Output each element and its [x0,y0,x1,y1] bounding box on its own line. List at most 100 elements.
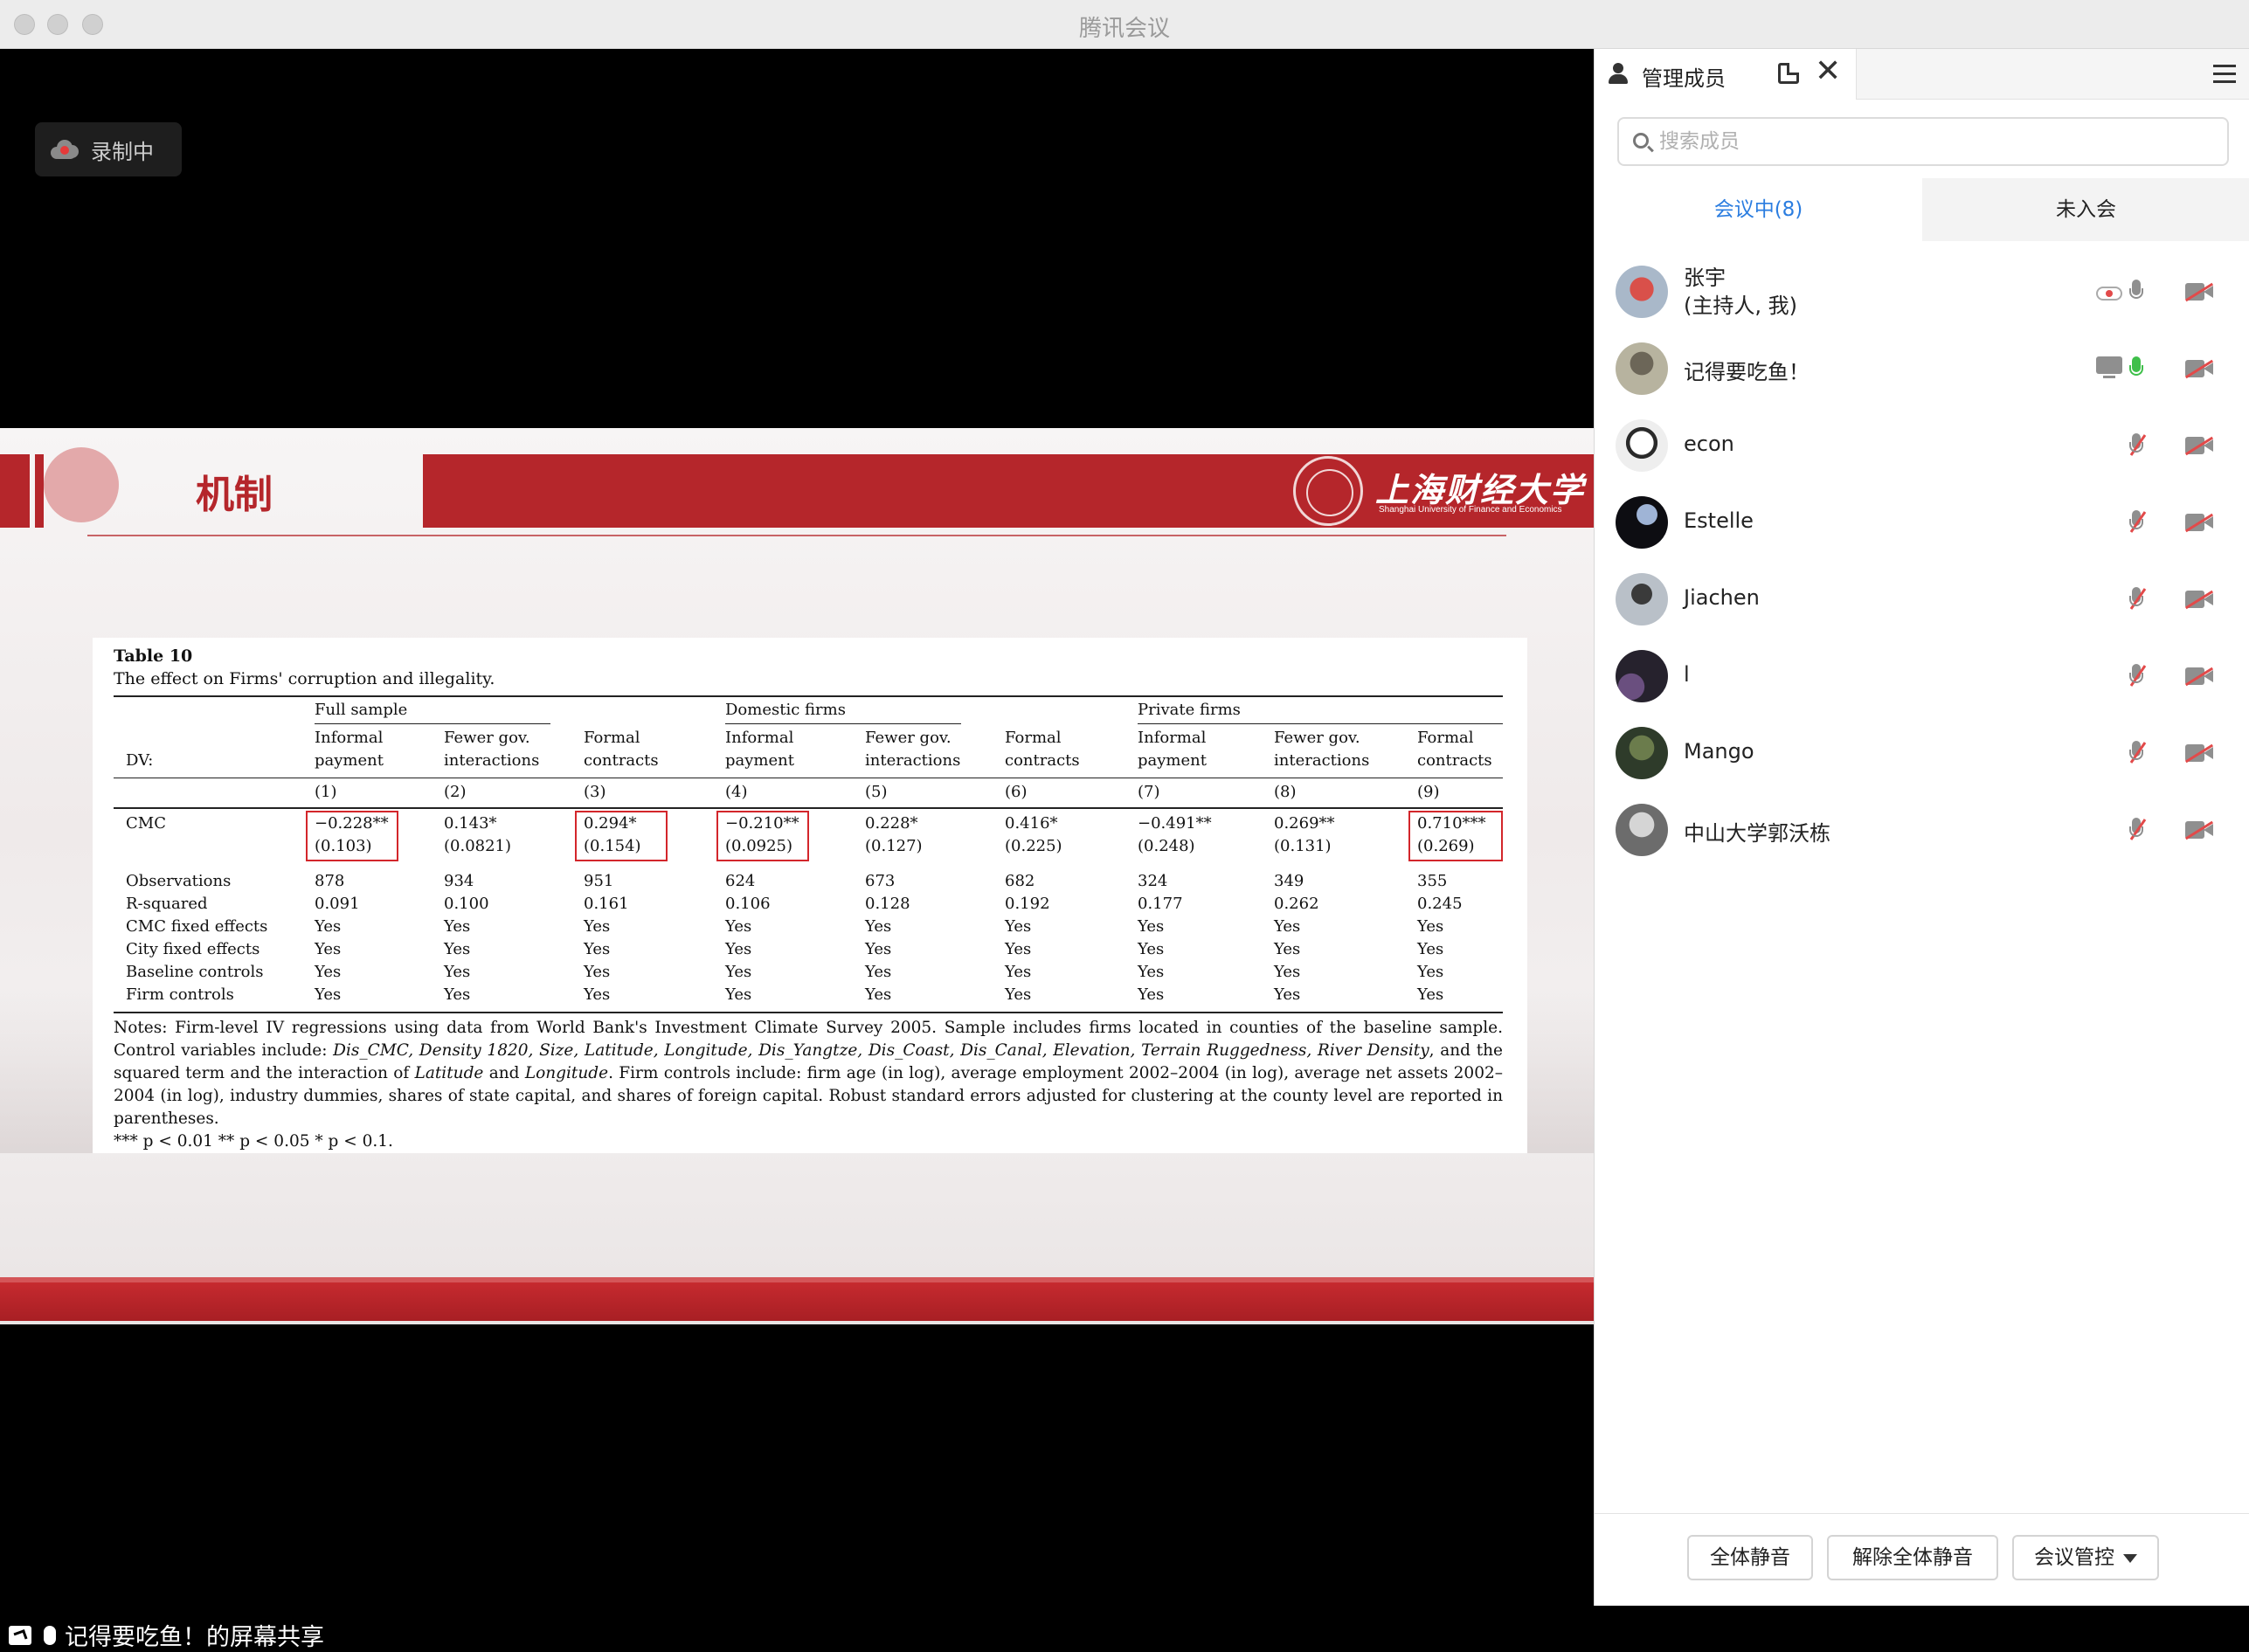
unmute-all-button[interactable]: 解除全体静音 [1827,1535,1998,1580]
group-header: Full sample [315,701,408,719]
table-cell: Yes [315,985,342,1004]
group-rule [315,723,550,724]
table-cell: Yes [1417,963,1444,981]
table-cell: 0.091 [315,895,360,913]
table-cell: 0.177 [1138,895,1183,913]
table-cell: Yes [584,940,611,958]
university-seal-icon [1293,456,1363,526]
slash-mark [2184,513,2214,533]
table-cell: Yes [1417,940,1444,958]
avatar [1616,266,1668,318]
microphone-icon[interactable] [2129,280,2143,304]
table-cell: Yes [1138,940,1165,958]
camera-off-icon[interactable] [2184,359,2214,379]
microphone-muted-icon[interactable] [2129,818,2147,842]
column-header: Informal [725,729,794,747]
screen-share-icon[interactable] [2096,356,2122,379]
slide-title: 机制 [196,473,273,517]
microphone-muted-icon[interactable] [2129,433,2147,458]
table-cell: 0.161 [584,895,629,913]
screen-share-icon [9,1625,31,1645]
column-number: (1) [315,783,337,801]
member-row[interactable]: 张宇 (主持人, 我) [1595,253,2249,330]
row-label: CMC [126,814,166,833]
university-logo-text: 上海财经大学 [1375,470,1586,509]
member-row[interactable]: l [1595,638,2249,715]
column-number: (5) [865,783,888,801]
column-header: payment [725,751,794,770]
row-label: Observations [126,872,232,890]
camera-off-icon[interactable] [2184,513,2214,533]
mute-all-button[interactable]: 全体静音 [1687,1535,1813,1580]
microphone-active-icon[interactable] [2129,356,2143,381]
member-name: Jiachen [1684,585,1760,610]
menu-icon[interactable] [2213,65,2236,84]
table-cell: 324 [1138,872,1168,890]
tab-in-meeting[interactable]: 会议中(8) [1595,178,1922,241]
recording-badge[interactable]: 录制中 [35,122,182,176]
table-cell: Yes [444,985,471,1004]
camera-off-icon[interactable] [2184,590,2214,610]
table-cell: Yes [725,940,752,958]
cmc-std-error: (0.0821) [444,837,512,855]
member-row[interactable]: 记得要吃鱼！ [1595,330,2249,407]
column-header: Fewer gov. [444,729,530,747]
microphone-muted-icon[interactable] [2129,587,2147,612]
cloud-record-icon[interactable] [2096,283,2122,301]
cmc-coefficient: 0.143* [444,814,497,833]
table-cell: Yes [1274,940,1301,958]
row-label: Baseline controls [126,963,264,981]
table-subtitle: The effect on Firms' corruption and ille… [114,669,495,688]
highlight-box [575,811,668,861]
table-cell: Yes [1005,917,1032,936]
column-number: (6) [1005,783,1028,801]
avatar [1616,650,1668,702]
table-cell: Yes [1005,963,1032,981]
significance-note: *** p < 0.01 ** p < 0.05 * p < 0.1. [114,1132,393,1151]
table-cell: Yes [584,985,611,1004]
camera-off-icon[interactable] [2184,743,2214,764]
slash-mark [2184,282,2214,302]
camera-off-icon[interactable] [2184,282,2214,302]
member-row[interactable]: Mango [1595,715,2249,791]
close-icon[interactable]: ✕ [1815,54,1841,89]
column-number: (3) [584,783,606,801]
meeting-controls-button[interactable]: 会议管控 [2012,1535,2159,1580]
member-row[interactable]: 中山大学郭沃栋 [1595,791,2249,868]
table-cell: 0.192 [1005,895,1050,913]
slash-mark [2129,742,2147,764]
table-cell: Yes [725,917,752,936]
camera-off-icon[interactable] [2184,667,2214,687]
column-header: contracts [1005,751,1080,770]
member-row[interactable]: econ [1595,407,2249,484]
camera-off-icon[interactable] [2184,820,2214,840]
member-name: Mango [1684,739,1754,764]
share-status: 记得要吃鱼！的屏幕共享 [9,1618,324,1652]
member-search-input[interactable] [1659,126,2210,157]
column-header: Fewer gov. [865,729,952,747]
title-bar: 腾讯会议 [0,0,2249,49]
table-cell: 355 [1417,872,1448,890]
search-icon [1633,133,1649,149]
table-cell: Yes [865,985,892,1004]
popout-icon[interactable] [1778,63,1799,84]
microphone-muted-icon[interactable] [2129,741,2147,765]
member-search[interactable] [1617,117,2229,166]
tab-not-joined[interactable]: 未入会 [1922,178,2249,241]
tab-manage-members[interactable]: 管理成员 ✕ [1595,49,1857,100]
member-name: econ [1684,432,1734,456]
cmc-coefficient: 0.416* [1005,814,1058,833]
cmc-std-error: (0.127) [865,837,923,855]
table-cell: Yes [1274,985,1301,1004]
group-header: Private firms [1138,701,1241,719]
microphone-muted-icon[interactable] [2129,664,2147,688]
column-header: payment [315,751,384,770]
table-cell: 0.245 [1417,895,1463,913]
member-row[interactable]: Jiachen [1595,561,2249,638]
table-cell: 878 [315,872,345,890]
camera-off-icon[interactable] [2184,436,2214,456]
microphone-muted-icon[interactable] [2129,510,2147,535]
member-row[interactable]: Estelle [1595,484,2249,561]
slide-header-bar-left [0,454,30,528]
column-header: payment [1138,751,1207,770]
